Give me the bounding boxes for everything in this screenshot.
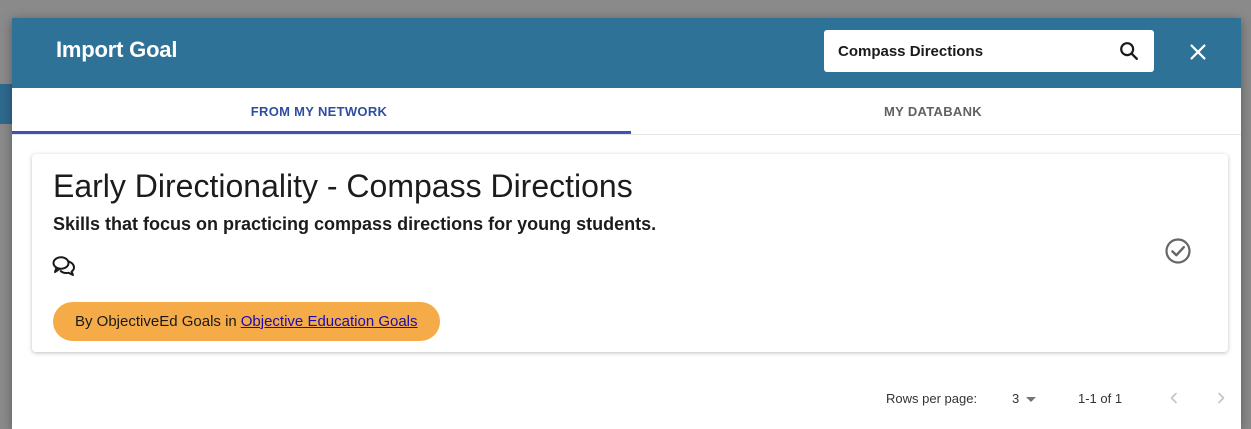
- close-icon[interactable]: [1187, 41, 1209, 63]
- dialog-header: Import Goal: [12, 18, 1241, 88]
- dialog-title: Import Goal: [56, 37, 178, 62]
- rows-per-page-value: 3: [1012, 391, 1020, 406]
- goal-title: Early Directionality - Compass Direction…: [53, 168, 633, 204]
- search-box: [824, 30, 1154, 72]
- goal-result-card[interactable]: Early Directionality - Compass Direction…: [32, 154, 1228, 352]
- chevron-right-icon[interactable]: [1213, 390, 1229, 406]
- tab-my-databank[interactable]: MY DATABANK: [626, 88, 1240, 134]
- tab-bar: FROM MY NETWORK MY DATABANK: [12, 88, 1241, 135]
- network-link[interactable]: Objective Education Goals: [241, 313, 418, 330]
- active-tab-indicator: [12, 131, 631, 134]
- rows-per-page-label: Rows per page:: [886, 391, 978, 406]
- search-input[interactable]: [838, 40, 1108, 62]
- search-icon[interactable]: [1118, 40, 1140, 62]
- pagination-bar: Rows per page: 3 1-1 of 1: [12, 378, 1241, 418]
- pagination-range: 1-1 of 1: [1078, 391, 1123, 406]
- comments-icon[interactable]: [52, 255, 76, 277]
- rows-per-page-select[interactable]: 3: [1012, 391, 1037, 406]
- background-app-strip: [0, 84, 12, 124]
- goal-description: Skills that focus on practicing compass …: [53, 214, 657, 234]
- author-badge: By ObjectiveEd Goals in Objective Educat…: [53, 302, 440, 341]
- tab-from-my-network[interactable]: FROM MY NETWORK: [12, 88, 626, 134]
- dropdown-caret-icon: [1026, 397, 1037, 403]
- check-circle-icon[interactable]: [1164, 237, 1192, 265]
- author-text: By ObjectiveEd Goals in: [75, 313, 237, 330]
- import-goal-dialog: Import Goal FROM MY NETWORK MY DATABANK …: [12, 18, 1241, 429]
- chevron-left-icon[interactable]: [1166, 390, 1182, 406]
